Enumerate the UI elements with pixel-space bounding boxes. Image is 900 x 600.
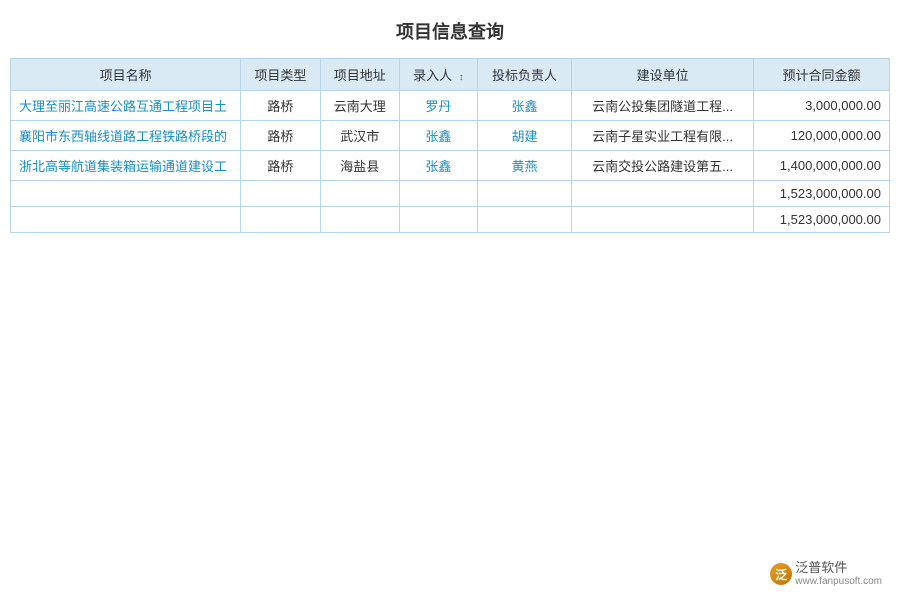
col-header-bidder: 投标负责人 <box>477 59 571 91</box>
total-empty5 <box>477 207 571 233</box>
brand-name: 泛普软件 <box>795 560 882 576</box>
row3-recorder[interactable]: 张鑫 <box>400 151 478 181</box>
col-header-amount: 预计合同金额 <box>753 59 889 91</box>
table-row: 大理至丽江高速公路互通工程项目土 路桥 云南大理 罗丹 张鑫 云南公投集团隧道工… <box>11 91 890 121</box>
table-header-row: 项目名称 项目类型 项目地址 录入人 ↕ 投标负责人 建设单位 预计合同金额 <box>11 59 890 91</box>
row1-company: 云南公投集团隧道工程... <box>572 91 754 121</box>
row2-bidder[interactable]: 胡建 <box>477 121 571 151</box>
row3-company: 云南交投公路建设第五... <box>572 151 754 181</box>
row1-type: 路桥 <box>241 91 320 121</box>
row2-type: 路桥 <box>241 121 320 151</box>
subtotal-empty4 <box>400 181 478 207</box>
row3-name[interactable]: 浙北高等航道集装箱运输通道建设工 <box>11 151 241 181</box>
subtotal-amount: 1,523,000,000.00 <box>753 181 889 207</box>
subtotal-empty3 <box>320 181 399 207</box>
col-header-type: 项目类型 <box>241 59 320 91</box>
col-header-recorder[interactable]: 录入人 ↕ <box>400 59 478 91</box>
subtotal-empty5 <box>477 181 571 207</box>
brand-url: www.fanpusoft.com <box>795 576 882 588</box>
total-empty6 <box>572 207 754 233</box>
table-container: 项目名称 项目类型 项目地址 录入人 ↕ 投标负责人 建设单位 预计合同金额 大… <box>10 58 890 233</box>
row3-amount: 1,400,000,000.00 <box>753 151 889 181</box>
page-title: 项目信息查询 <box>0 0 900 58</box>
table-row: 浙北高等航道集装箱运输通道建设工 路桥 海盐县 张鑫 黄燕 云南交投公路建设第五… <box>11 151 890 181</box>
footer-brand: 泛 泛普软件 www.fanpusoft.com <box>770 560 882 588</box>
row2-address: 武汉市 <box>320 121 399 151</box>
brand-icon: 泛 <box>770 563 792 585</box>
subtotal-row: 1,523,000,000.00 <box>11 181 890 207</box>
sort-icon[interactable]: ↕ <box>459 72 464 83</box>
brand-text: 泛普软件 www.fanpusoft.com <box>795 560 882 588</box>
subtotal-empty1 <box>11 181 241 207</box>
subtotal-empty6 <box>572 181 754 207</box>
row1-amount: 3,000,000.00 <box>753 91 889 121</box>
row1-recorder[interactable]: 罗丹 <box>400 91 478 121</box>
table-row: 襄阳市东西轴线道路工程铁路桥段的 路桥 武汉市 张鑫 胡建 云南子星实业工程有限… <box>11 121 890 151</box>
row3-bidder[interactable]: 黄燕 <box>477 151 571 181</box>
total-empty3 <box>320 207 399 233</box>
row1-address: 云南大理 <box>320 91 399 121</box>
row2-company: 云南子星实业工程有限... <box>572 121 754 151</box>
total-amount: 1,523,000,000.00 <box>753 207 889 233</box>
row2-amount: 120,000,000.00 <box>753 121 889 151</box>
row1-bidder[interactable]: 张鑫 <box>477 91 571 121</box>
row1-name[interactable]: 大理至丽江高速公路互通工程项目土 <box>11 91 241 121</box>
row2-recorder[interactable]: 张鑫 <box>400 121 478 151</box>
col-header-name: 项目名称 <box>11 59 241 91</box>
total-row: 1,523,000,000.00 <box>11 207 890 233</box>
row2-name[interactable]: 襄阳市东西轴线道路工程铁路桥段的 <box>11 121 241 151</box>
total-empty2 <box>241 207 320 233</box>
col-header-company: 建设单位 <box>572 59 754 91</box>
row3-type: 路桥 <box>241 151 320 181</box>
total-empty4 <box>400 207 478 233</box>
subtotal-empty2 <box>241 181 320 207</box>
data-table: 项目名称 项目类型 项目地址 录入人 ↕ 投标负责人 建设单位 预计合同金额 大… <box>10 58 890 233</box>
col-header-address: 项目地址 <box>320 59 399 91</box>
brand-logo: 泛 泛普软件 www.fanpusoft.com <box>770 560 882 588</box>
total-empty1 <box>11 207 241 233</box>
row3-address: 海盐县 <box>320 151 399 181</box>
